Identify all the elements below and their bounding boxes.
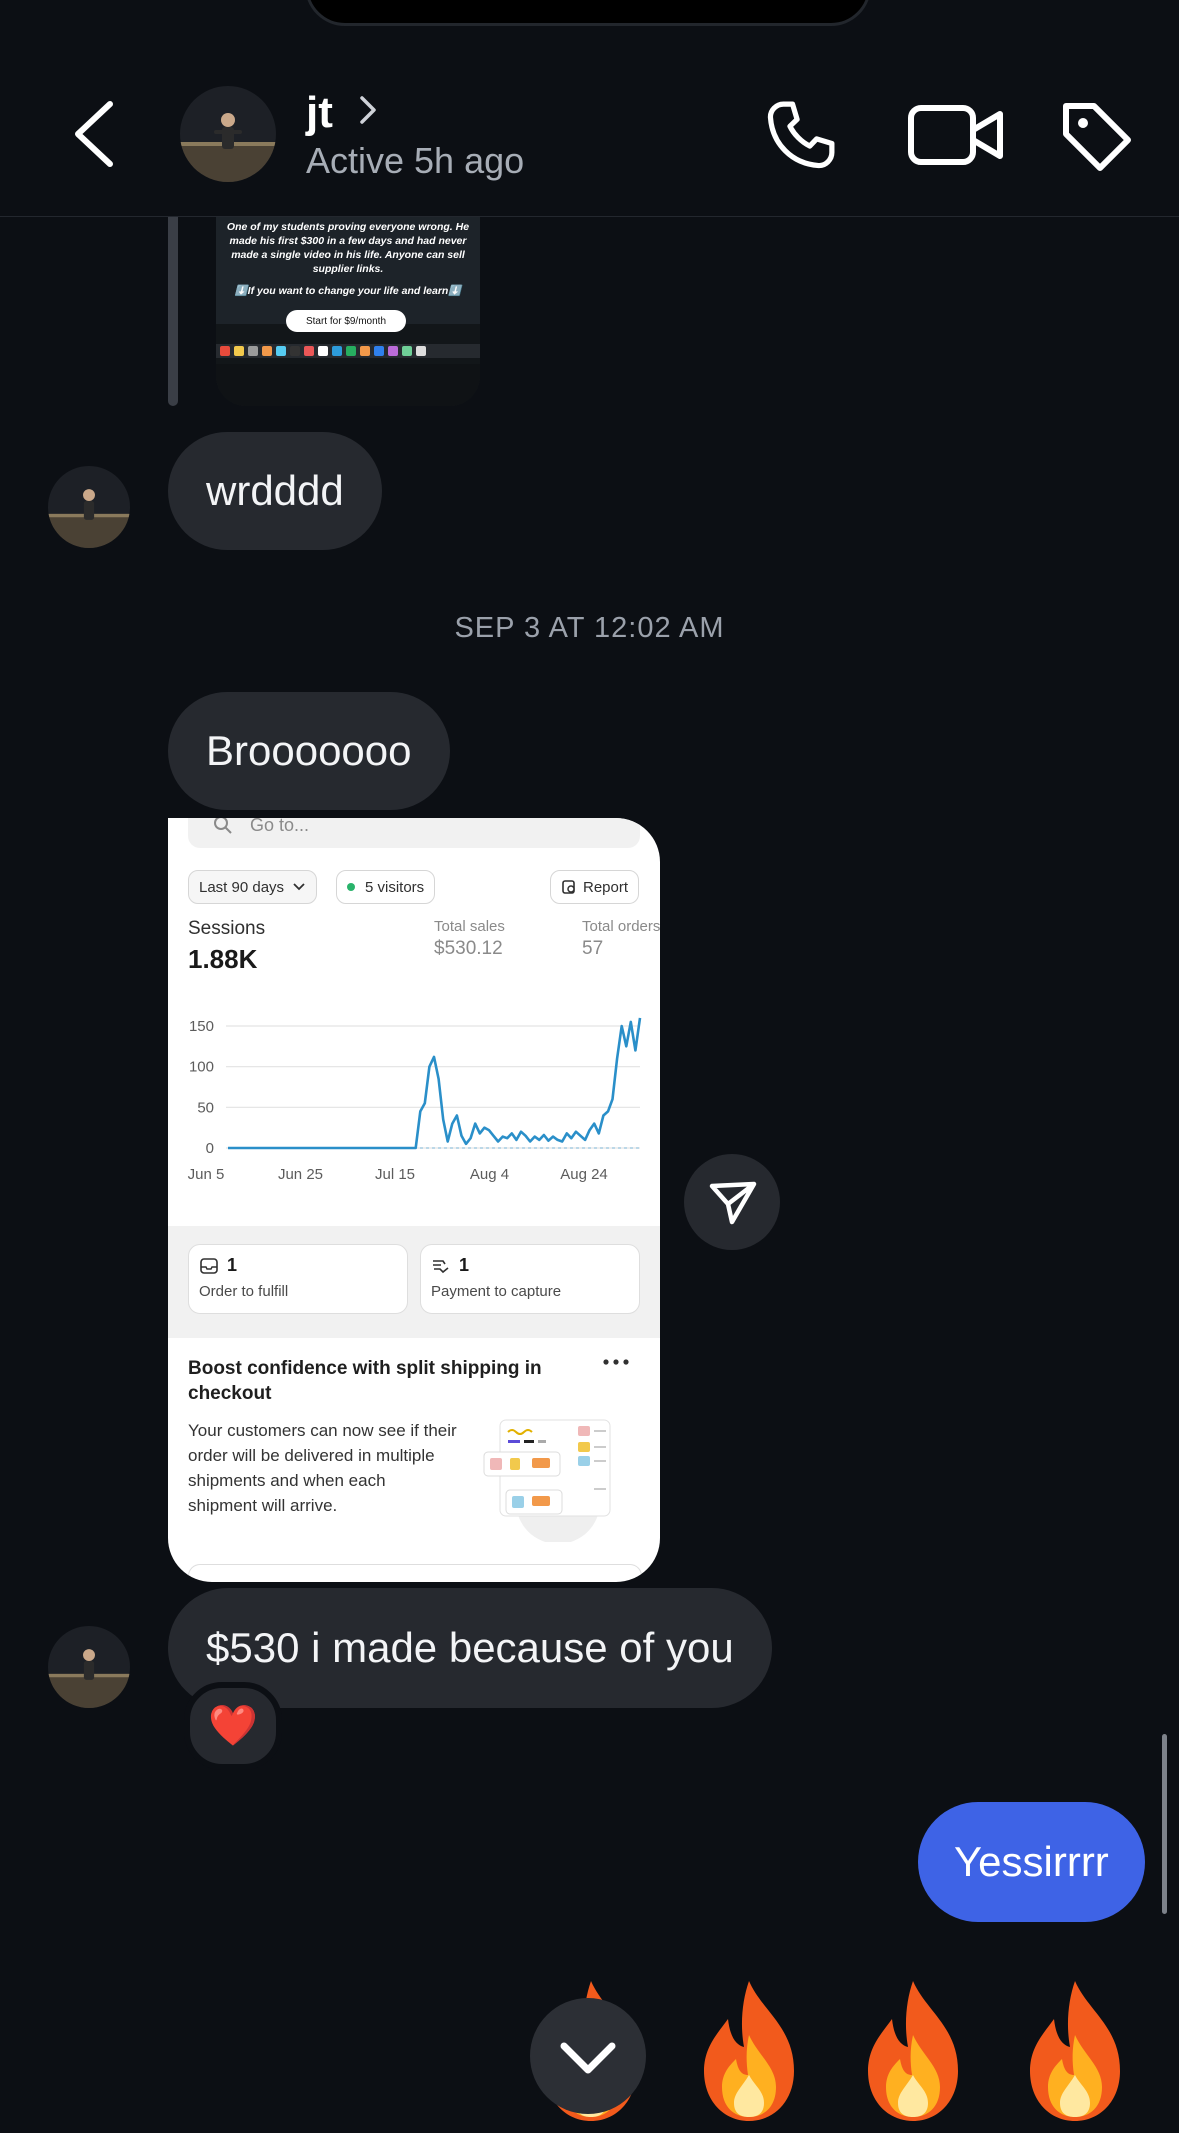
paper-plane-icon <box>709 1181 757 1225</box>
total-sales-label: Total sales <box>434 918 505 935</box>
back-button[interactable] <box>66 96 126 172</box>
scrollbar[interactable] <box>1162 1734 1167 1914</box>
shared-reel-preview[interactable]: One of my students proving everyone wron… <box>216 216 480 406</box>
heart-emoji-icon: ❤️ <box>208 1704 258 1748</box>
video-call-button[interactable] <box>906 100 1006 170</box>
reel-laptop-dock <box>216 324 480 406</box>
audio-call-button[interactable] <box>762 96 840 174</box>
inbox-icon <box>200 1258 218 1274</box>
active-status: Active 5h ago <box>306 140 525 181</box>
avatar-photo <box>48 466 130 548</box>
sessions-series-line <box>228 1017 642 1150</box>
x-tick-label: Jun 5 <box>188 1166 225 1183</box>
x-tick-label: Aug 4 <box>470 1166 509 1183</box>
search-icon <box>214 818 232 834</box>
reel-caption: One of my students proving everyone wron… <box>226 221 470 297</box>
task-cards-band: 1 Order to fulfill 1 Payment to capture <box>168 1226 660 1338</box>
report-pill: Report <box>550 870 640 904</box>
total-sales-value: $530.12 <box>434 938 503 959</box>
x-tick-label: Aug 24 <box>560 1166 608 1183</box>
sessions-line-chart: 0 50 100 150 Jun 5 Jun 25 Jul 15 Aug 4 Aug 24 <box>188 1017 642 1183</box>
chevron-down-icon <box>293 883 305 891</box>
video-camera-icon <box>908 105 1003 165</box>
contact-name[interactable]: jt <box>306 88 333 138</box>
report-icon <box>562 880 575 894</box>
promo-title: Boost confidence with split shipping in … <box>188 1358 542 1404</box>
total-orders-value: 57 <box>582 938 604 959</box>
x-tick-label: Jul 15 <box>375 1166 415 1183</box>
orders-to-fulfill-card: 1 Order to fulfill <box>188 1244 408 1314</box>
payment-to-capture-card: 1 Payment to capture <box>420 1244 640 1314</box>
reel-cta-button[interactable]: Start for $9/month <box>286 310 406 332</box>
message-bubble-received[interactable]: wrdddd <box>168 432 382 550</box>
fire-emoji-icon <box>704 1981 794 2121</box>
avatar-photo <box>180 86 276 182</box>
visitors-pill: 5 visitors <box>336 870 436 904</box>
sessions-label: Sessions <box>188 918 266 939</box>
reply-indicator-line <box>168 216 178 406</box>
x-tick-label: Jun 25 <box>278 1166 323 1183</box>
contact-avatar[interactable] <box>180 86 276 182</box>
chevron-right-icon[interactable] <box>356 90 380 130</box>
next-card-edge <box>188 1564 642 1582</box>
message-reaction[interactable]: ❤️ <box>184 1682 282 1770</box>
message-bubble-sent[interactable]: Yessirrrr <box>918 1802 1145 1922</box>
contact-avatar-small[interactable] <box>48 466 130 548</box>
avatar-photo <box>48 1626 130 1708</box>
scroll-to-bottom-button[interactable] <box>530 1998 646 2114</box>
total-orders-label: Total orders <box>582 918 660 935</box>
sessions-value: 1.88K <box>188 944 258 974</box>
live-dot <box>347 883 355 891</box>
tag-icon <box>1063 103 1131 171</box>
message-bubble-received[interactable]: Brooooooo <box>168 692 450 810</box>
promo-body: Your customers can now see if their orde… <box>188 1421 457 1515</box>
phone-icon <box>767 101 835 169</box>
split-shipping-illustration <box>483 1419 611 1542</box>
contact-avatar-small[interactable] <box>48 1626 130 1708</box>
y-tick-label: 0 <box>206 1140 214 1157</box>
fire-emoji-icon <box>1030 1981 1120 2121</box>
back-chevron-icon <box>75 101 113 167</box>
timestamp-divider: SEP 3 AT 12:02 AM <box>454 612 725 644</box>
y-tick-label: 150 <box>189 1018 214 1035</box>
share-button[interactable] <box>684 1154 780 1250</box>
label-tag-button[interactable] <box>1058 98 1134 174</box>
y-tick-label: 50 <box>197 1099 214 1116</box>
device-notch <box>305 0 871 26</box>
screenshot-search-bar: Go to... <box>188 818 640 848</box>
y-tick-label: 100 <box>189 1059 214 1076</box>
fire-emoji-icon <box>868 1981 958 2121</box>
date-range-pill: Last 90 days <box>188 870 318 904</box>
payment-hand-icon <box>433 1260 449 1274</box>
chat-header: jt Active 5h ago <box>0 0 1179 217</box>
more-dots-icon <box>603 1359 629 1365</box>
shared-image-analytics-screenshot[interactable]: Go to... Last 90 days 5 visitors Report … <box>168 818 660 1582</box>
chevron-down-icon <box>560 2042 616 2074</box>
